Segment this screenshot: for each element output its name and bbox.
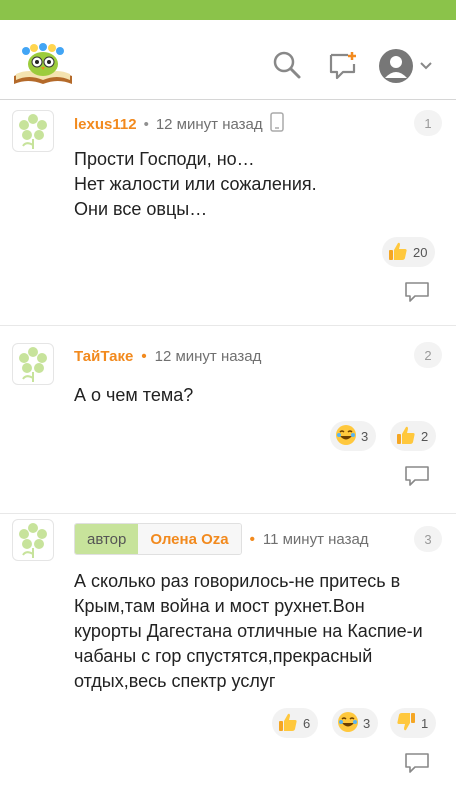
reply-icon[interactable]	[404, 464, 430, 493]
owl-book-logo-icon[interactable]	[12, 42, 74, 86]
thumbs-up-icon	[277, 711, 303, 736]
status-bar	[0, 0, 456, 20]
reaction-thumbs-up[interactable]: 2	[390, 421, 437, 451]
comment-line: А о чем тема?	[74, 385, 194, 405]
reaction-thumbs-down[interactable]: 1	[390, 708, 437, 738]
comment-item: ТайТаке • 12 минут назад 2 А о чем тема?…	[0, 326, 456, 514]
user-avatar-icon[interactable]	[378, 48, 434, 89]
comment-line: Крым,там война и мост рухнет.Вон	[74, 596, 365, 616]
thumbs-up-icon	[395, 424, 421, 449]
thumbs-down-icon	[395, 711, 421, 736]
comment-text: А сколько раз говорилось-не притесь в Кр…	[74, 569, 434, 694]
separator-dot: •	[143, 115, 149, 133]
username[interactable]: Олена Oza	[138, 524, 241, 554]
reaction-laugh[interactable]: 3	[330, 421, 377, 451]
comment-line: Нет жалости или сожаления.	[74, 174, 317, 194]
separator-dot: •	[249, 530, 255, 548]
laugh-icon	[335, 424, 361, 449]
author-label: автор	[75, 524, 139, 554]
avatar[interactable]	[12, 343, 54, 385]
avatar[interactable]	[12, 110, 54, 152]
comment-line: отдых,весь спектр услуг	[74, 671, 276, 691]
username[interactable]: ТайТаке	[74, 348, 133, 365]
reaction-count: 3	[363, 715, 371, 731]
username[interactable]: lexus112	[74, 116, 137, 133]
reaction-count: 3	[361, 428, 369, 444]
timestamp: 12 минут назад	[154, 347, 262, 365]
comment-number: 1	[414, 110, 442, 136]
reaction-count: 20	[413, 244, 428, 260]
comment-item: автор Олена Oza • 11 минут назад 3 А ско…	[0, 514, 456, 800]
app-root: lexus112 • 12 минут назад 1 Прости Госпо…	[0, 0, 456, 800]
comment-text: Прости Господи, но… Нет жалости или сожа…	[74, 147, 434, 222]
comment-meta: автор Олена Oza • 11 минут назад	[74, 522, 369, 556]
reply-icon[interactable]	[404, 751, 430, 780]
search-icon[interactable]	[272, 50, 302, 85]
reaction-count: 2	[421, 428, 429, 444]
comment-text: А о чем тема?	[74, 383, 434, 408]
reaction-thumbs-up[interactable]: 6	[272, 708, 319, 738]
comment-number: 3	[414, 526, 442, 552]
timestamp: 11 минут назад	[262, 530, 369, 548]
avatar[interactable]	[12, 519, 54, 561]
reaction-thumbs-up[interactable]: 20	[382, 237, 436, 267]
app-header	[0, 20, 456, 100]
laugh-icon	[337, 711, 363, 736]
separator-dot: •	[141, 347, 147, 365]
comment-item: lexus112 • 12 минут назад 1 Прости Госпо…	[0, 100, 456, 326]
reply-icon[interactable]	[404, 280, 430, 309]
comment-line: Они все овцы…	[74, 199, 208, 219]
author-tag: автор Олена Oza	[74, 523, 242, 555]
comment-meta: lexus112 • 12 минут назад	[74, 112, 284, 136]
comment-number: 2	[414, 342, 442, 368]
phone-icon	[269, 112, 284, 136]
comment-line: чабаны с гор спустятся,прекрасный	[74, 646, 373, 666]
comment-line: курорты Дагестана отличные на Каспие-и	[74, 621, 423, 641]
comment-meta: ТайТаке • 12 минут назад	[74, 344, 261, 368]
reaction-laugh[interactable]: 3	[332, 708, 379, 738]
reaction-count: 1	[421, 715, 429, 731]
thumbs-up-icon	[387, 240, 413, 265]
comment-line: А сколько раз говорилось-не притесь в	[74, 571, 401, 591]
timestamp: 12 минут назад	[155, 115, 263, 133]
comment-line: Прости Господи, но…	[74, 149, 255, 169]
new-post-icon[interactable]	[328, 50, 358, 85]
reaction-count: 6	[303, 715, 311, 731]
